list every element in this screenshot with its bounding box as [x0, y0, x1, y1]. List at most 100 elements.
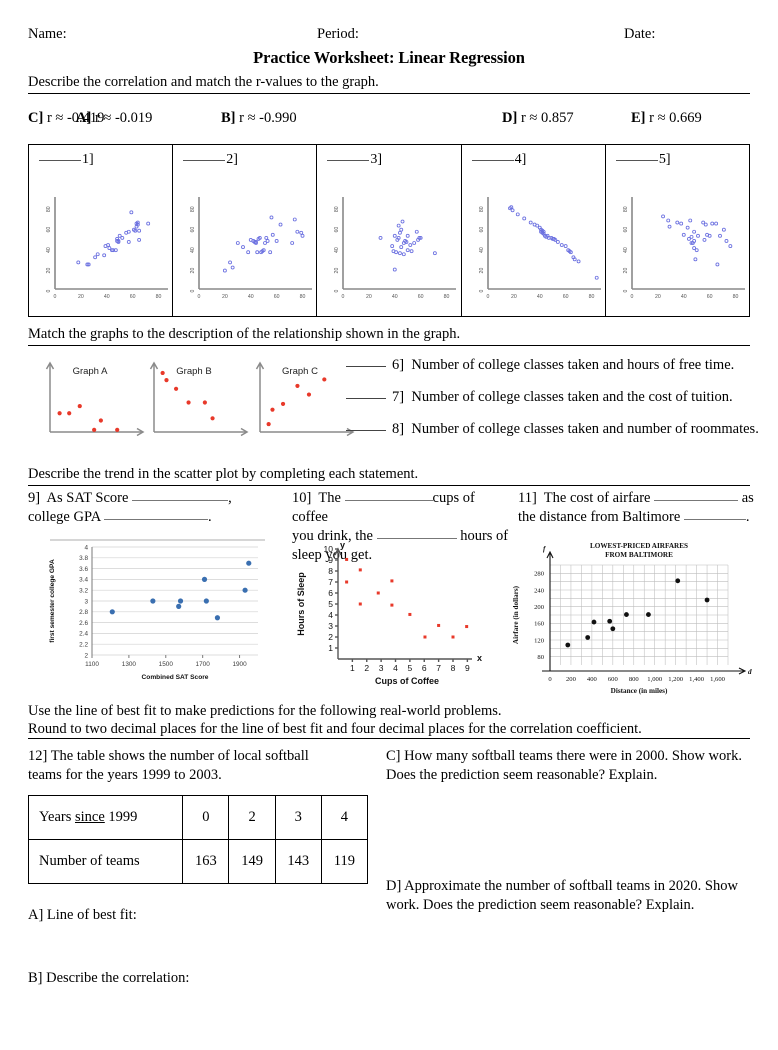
svg-text:9: 9 — [328, 555, 333, 565]
svg-text:Hours of Sleep: Hours of Sleep — [296, 572, 306, 636]
svg-text:10: 10 — [324, 544, 334, 554]
svg-text:7: 7 — [328, 577, 333, 587]
svg-text:8: 8 — [451, 663, 456, 673]
answer-blank-3[interactable] — [327, 160, 370, 161]
svg-text:0: 0 — [548, 676, 552, 683]
answer-blank-4[interactable] — [471, 160, 514, 161]
svg-text:40: 40 — [334, 247, 340, 253]
scatter-panel-strip: 1] 0 20 40 60 80 0 20 40 60 80 2] 0 20 40 60 80 0 20 40 6… — [28, 144, 750, 317]
answer-blank-11a[interactable] — [654, 500, 739, 501]
section3-instruction: Describe the trend in the scatter plot b… — [28, 466, 750, 486]
svg-text:d: d — [748, 668, 752, 676]
svg-text:0: 0 — [623, 289, 629, 292]
svg-text:20: 20 — [78, 294, 84, 300]
question-6: 6] Number of college classes taken and h… — [346, 357, 776, 389]
answer-blank-9b[interactable] — [104, 519, 208, 520]
question-11: 11] The cost of airfare as the distance … — [518, 490, 754, 525]
svg-text:5: 5 — [408, 663, 413, 673]
answer-blank-11b[interactable] — [683, 519, 746, 520]
scatter-plot-1: 0 20 40 60 80 0 20 40 60 80 — [46, 197, 168, 300]
svg-text:6: 6 — [422, 663, 427, 673]
svg-text:Graph A: Graph A — [73, 366, 109, 377]
answer-blank-10a[interactable] — [344, 500, 433, 501]
svg-text:1700: 1700 — [196, 661, 211, 668]
svg-text:60: 60 — [274, 294, 280, 300]
trend-statements: 9] As SAT Score , college GPA . 10] The … — [28, 489, 754, 563]
scatter-panel-3: 3] 0 20 40 60 80 0 20 40 60 80 — [317, 145, 462, 316]
section4-line1: Use the line of best fit to make predict… — [28, 703, 502, 719]
scatter-panel-2: 2] 0 20 40 60 80 0 20 40 60 80 — [173, 145, 318, 316]
svg-text:3: 3 — [84, 598, 88, 605]
svg-text:7: 7 — [436, 663, 441, 673]
svg-text:1500: 1500 — [159, 661, 174, 668]
svg-text:40: 40 — [681, 294, 687, 300]
svg-text:1900: 1900 — [232, 661, 247, 668]
table-row-header-teams: Number of teams — [27, 839, 184, 884]
svg-text:20: 20 — [190, 268, 196, 274]
svg-text:1,600: 1,600 — [710, 676, 726, 683]
scatter-plot-3: 0 20 40 60 80 0 20 40 60 80 — [334, 197, 457, 300]
svg-text:0: 0 — [630, 294, 633, 300]
match-question-list: 6] Number of college classes taken and h… — [346, 357, 776, 453]
softball-table: Years since 1999 0 2 3 4 Number of teams… — [27, 795, 369, 884]
svg-text:60: 60 — [190, 227, 196, 233]
svg-text:40: 40 — [190, 247, 196, 253]
svg-text:1: 1 — [350, 663, 355, 673]
period-label: Period: — [317, 26, 359, 42]
answer-blank-5[interactable] — [615, 160, 658, 161]
svg-text:0: 0 — [54, 294, 57, 300]
panel-1-label: 1] — [39, 152, 94, 168]
panel-3-label: 3] — [327, 152, 382, 168]
svg-text:2: 2 — [364, 663, 369, 673]
question-7: 7] Number of college classes taken and t… — [346, 389, 776, 421]
svg-text:160: 160 — [534, 621, 545, 628]
worksheet-page: Name: Period: Date: Practice Worksheet: … — [0, 26, 778, 1050]
table-cell-teams-3: 119 — [320, 839, 369, 884]
answer-blank-6[interactable] — [346, 366, 386, 367]
svg-text:4: 4 — [84, 544, 88, 551]
question-12-block: 12] The table shows the number of local … — [27, 747, 369, 988]
r-value-e: E] r ≈ 0.669 — [631, 110, 702, 126]
table-row-header-years: Years since 1999 — [27, 795, 184, 840]
svg-text:2.2: 2.2 — [79, 642, 88, 649]
svg-text:0: 0 — [334, 289, 340, 292]
table-row: Years since 1999 0 2 3 4 — [27, 795, 369, 840]
svg-text:20: 20 — [623, 268, 629, 274]
svg-text:40: 40 — [536, 294, 542, 300]
svg-text:40: 40 — [392, 294, 398, 300]
sat-gpa-chart: 2 2.2 2.4 2.6 2.8 3 3.2 3.4 3.6 3.8 4 1100 1300 1500 1… — [49, 539, 265, 681]
panel-5-label: 5] — [615, 152, 670, 168]
svg-text:5: 5 — [328, 599, 333, 609]
svg-text:200: 200 — [534, 604, 545, 611]
question-8: 8] Number of college classes taken and n… — [346, 421, 776, 453]
svg-text:80: 80 — [537, 654, 544, 661]
svg-text:first semester college GPA: first semester college GPA — [49, 559, 56, 643]
question-12-part-d-line1: D] Approximate the number of softball te… — [386, 878, 738, 894]
svg-text:y: y — [340, 540, 345, 550]
table-cell-teams-0: 163 — [182, 839, 230, 884]
svg-text:240: 240 — [534, 587, 545, 594]
svg-text:80: 80 — [444, 294, 450, 300]
answer-blank-2[interactable] — [183, 160, 226, 161]
answer-blank-1[interactable] — [39, 160, 81, 161]
table-row: Number of teams 163 149 143 119 — [27, 839, 369, 884]
r-value-c: C] r ≈ -0.419 — [28, 110, 105, 126]
svg-text:4: 4 — [328, 610, 333, 620]
answer-blank-8[interactable] — [346, 430, 386, 431]
svg-text:2: 2 — [84, 652, 88, 659]
section4-line2: Round to two decimal places for the line… — [28, 720, 750, 739]
svg-text:9: 9 — [465, 663, 470, 673]
svg-text:3: 3 — [328, 621, 333, 631]
svg-text:60: 60 — [334, 227, 340, 233]
answer-blank-7[interactable] — [346, 398, 386, 399]
svg-text:1100: 1100 — [85, 661, 99, 668]
answer-blank-9a[interactable] — [132, 500, 229, 501]
svg-text:2.4: 2.4 — [79, 631, 88, 638]
svg-text:3.4: 3.4 — [79, 577, 88, 584]
svg-text:20: 20 — [479, 268, 485, 274]
section1-instruction: Describe the correlation and match the r… — [28, 74, 750, 94]
svg-text:80: 80 — [334, 206, 340, 212]
page-title: Practice Worksheet: Linear Regression — [253, 48, 525, 67]
svg-text:LOWEST-PRICED AIRFARES: LOWEST-PRICED AIRFARES — [590, 542, 688, 550]
match-graphs-area: Graph A Graph B Graph C 6] Number of col… — [28, 354, 759, 464]
